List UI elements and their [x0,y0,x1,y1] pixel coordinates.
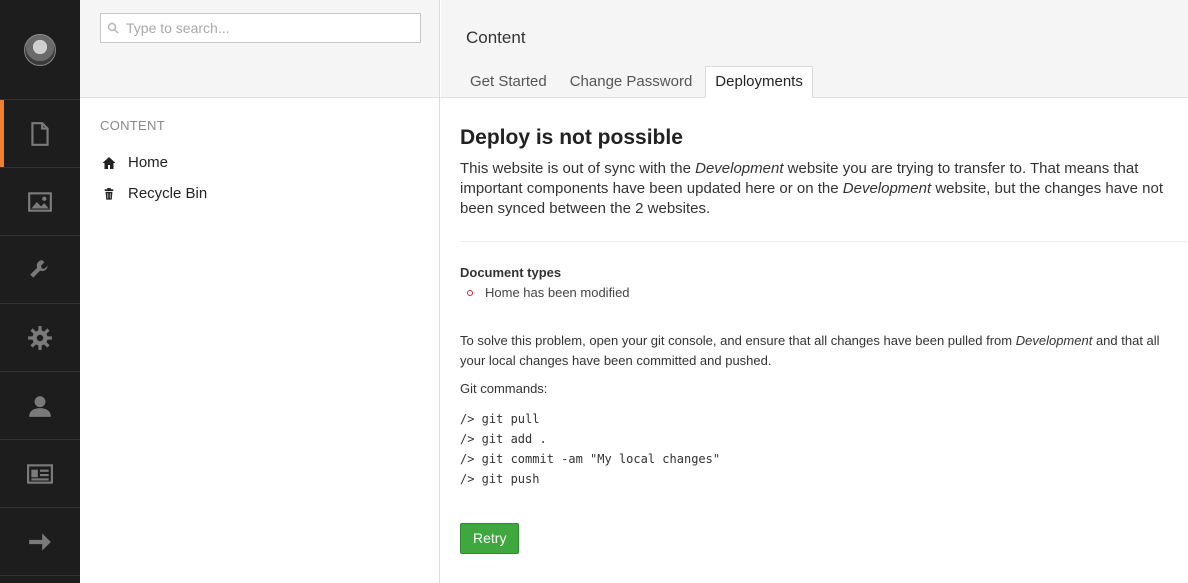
bullet-icon [467,289,473,296]
environment-name: Development [1015,333,1093,348]
avatar-container [0,0,80,100]
user-icon [29,395,51,417]
tab-get-started[interactable]: Get Started [460,66,557,98]
nav-members[interactable] [0,440,80,508]
wrench-icon [30,259,48,278]
nav-content[interactable] [0,100,80,168]
intro-text-part: This website is out of sync with the [460,160,696,177]
tab-deployments[interactable]: Deployments [705,66,813,98]
document-type-change: Home has been modified [485,285,630,300]
trash-icon [102,187,116,201]
git-command: /> git add . [460,432,547,446]
nav-media[interactable] [0,168,80,236]
tree-item-label: Home [128,154,169,171]
user-avatar[interactable] [24,33,56,66]
search-icon [107,22,119,34]
nav-settings-tools[interactable] [0,236,80,304]
main-header: Content Get Started Change Password Depl… [441,0,1188,98]
nav-developer[interactable] [0,304,80,372]
arrow-right-icon [29,532,51,551]
environment-name: Development [695,160,784,177]
git-command: /> git push [460,472,540,486]
search-input[interactable] [126,20,406,36]
git-command: /> git pull [460,412,540,426]
list-item: Home has been modified [460,285,1188,300]
main-sidebar [0,0,80,583]
retry-button[interactable]: Retry [460,523,520,554]
page-title: Content [466,28,526,47]
tree-item-label: Recycle Bin [128,185,208,202]
document-icon [31,121,49,146]
nav-forms[interactable] [0,508,80,576]
tree-item-recycle-bin[interactable]: Recycle Bin [80,178,439,209]
image-icon [28,191,52,212]
content-tree-panel: CONTENT Home Recycle Bin [80,0,440,583]
tab-change-password[interactable]: Change Password [560,66,703,98]
environment-name: Development [842,180,932,197]
tree-header [80,0,439,98]
divider [460,241,1187,242]
deploy-intro-text: This website is out of sync with the Dev… [460,159,1180,219]
tree-list: Home Recycle Bin [80,147,439,209]
tree-item-home[interactable]: Home [80,147,439,178]
git-commands-label: Git commands: [460,381,548,396]
nav-users[interactable] [0,372,80,440]
document-types-list: Home has been modified [460,285,1188,300]
document-types-label: Document types [460,265,562,280]
tree-section-label: CONTENT [100,118,165,133]
deployment-content: Deploy is not possible This website is o… [441,98,1188,554]
search-box[interactable] [100,13,421,43]
tab-bar: Get Started Change Password Deployments [460,66,816,98]
id-card-icon [27,463,53,484]
gear-icon [28,325,52,350]
solution-text: To solve this problem, open your git con… [460,331,1187,371]
deploy-headline: Deploy is not possible [460,126,683,149]
home-icon [102,156,116,170]
git-commands-block: /> git pull /> git add . /> git commit -… [460,409,1188,489]
solution-text-part: To solve this problem, open your git con… [460,333,1016,348]
git-command: /> git commit -am "My local changes" [460,452,721,466]
main-panel: Content Get Started Change Password Depl… [441,0,1188,583]
